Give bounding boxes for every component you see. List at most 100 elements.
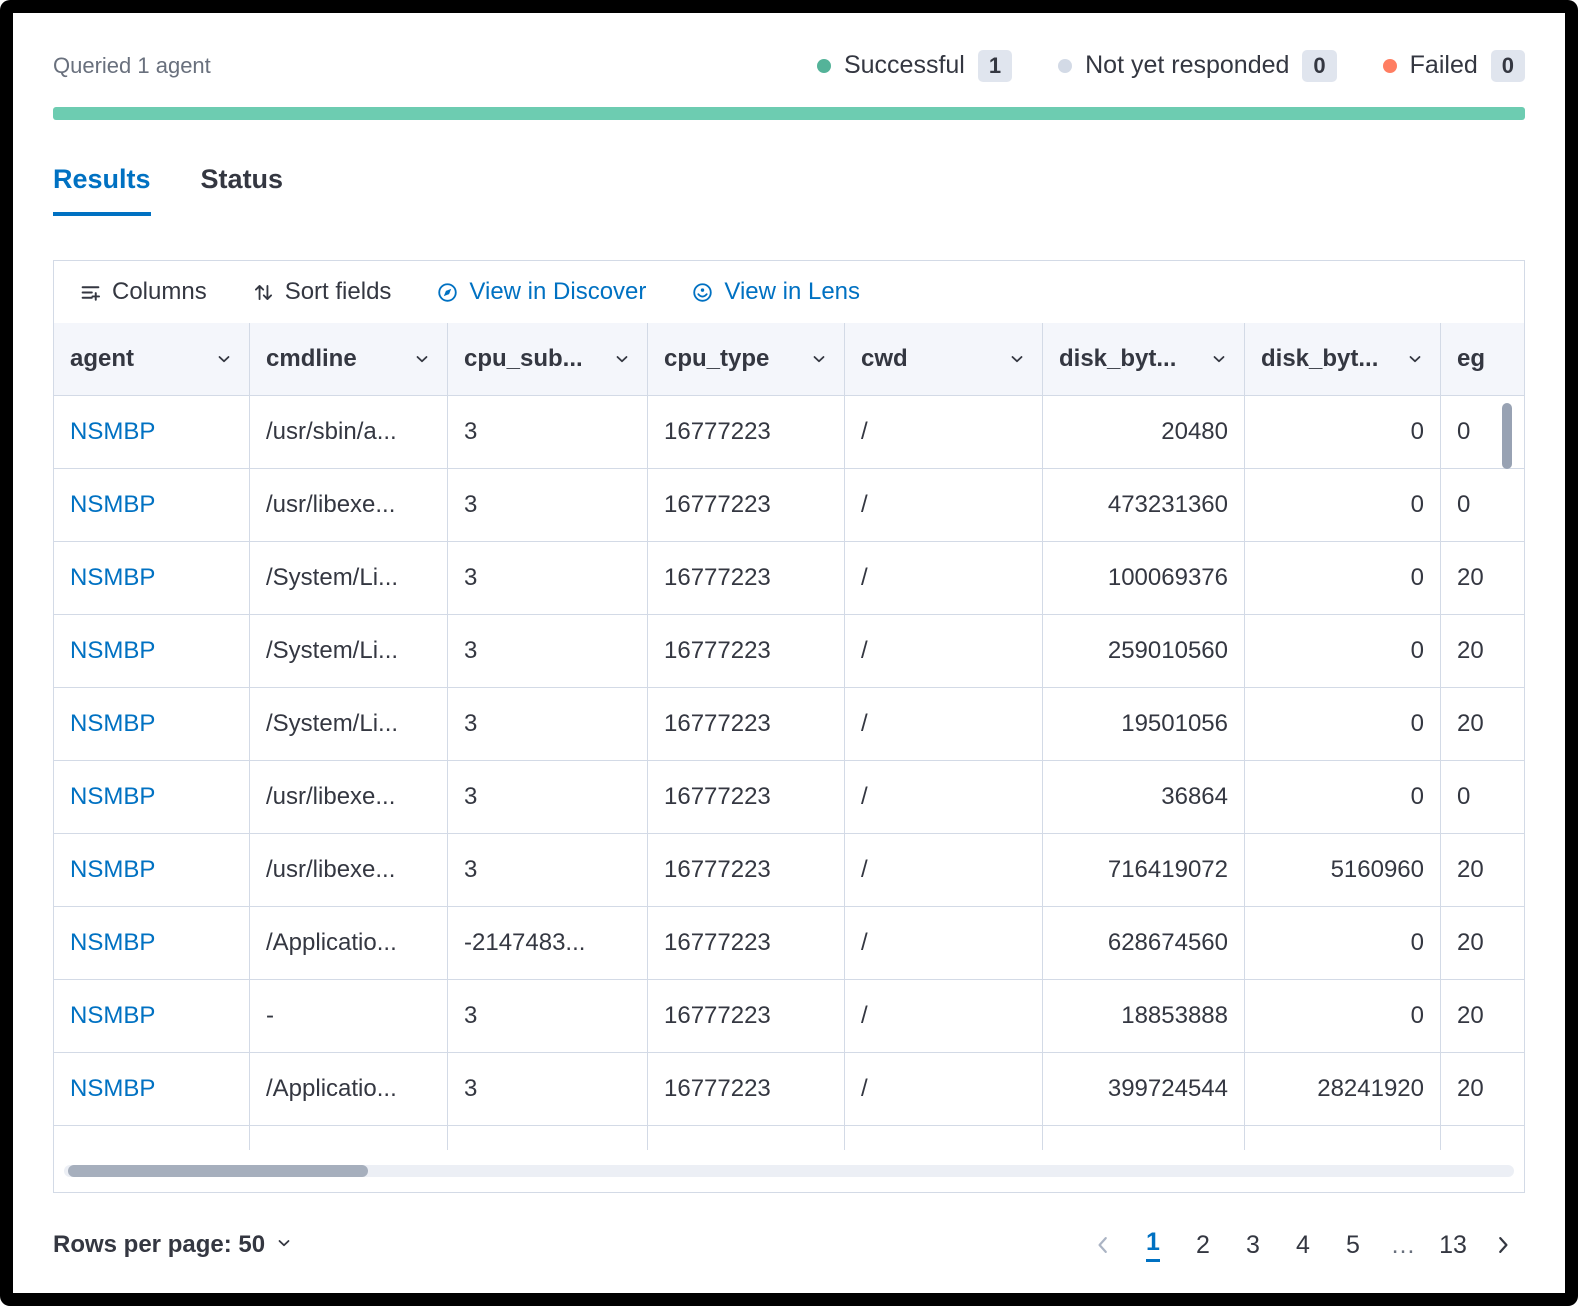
cell-disk-byt: 716419072 — [1043, 834, 1245, 906]
cell-value: 19501056 — [1121, 710, 1228, 738]
agent-link[interactable]: NSMBP — [70, 710, 155, 738]
column-header-disk-byt[interactable]: disk_byt... — [1043, 323, 1245, 395]
cell-value: 0 — [1457, 491, 1470, 519]
pagination-page-3[interactable]: 3 — [1231, 1223, 1275, 1267]
cell-agent[interactable]: NSMBP — [54, 1053, 250, 1125]
table-row: NSMBP/usr/sbin/a...316777223/2048000 — [54, 396, 1524, 469]
agent-link[interactable]: NSMBP — [70, 491, 155, 519]
pagination-page-1[interactable]: 1 — [1131, 1223, 1175, 1267]
sort-fields-button[interactable]: Sort fields — [253, 278, 392, 306]
status-count-badge: 0 — [1302, 50, 1336, 82]
table-footer: Rows per page: 50 12345…13 — [53, 1217, 1525, 1273]
cell-eg: 0 — [1441, 469, 1524, 541]
cell-agent[interactable]: NSMBP — [54, 834, 250, 906]
cell-value: 16777223 — [664, 564, 771, 592]
view-in-lens-button[interactable]: View in Lens — [692, 278, 860, 306]
cell-disk-byt: 20480 — [1043, 396, 1245, 468]
cell-cmdline: /usr/sbin/a... — [250, 396, 448, 468]
agent-link[interactable]: NSMBP — [70, 637, 155, 665]
rows-per-page-button[interactable]: Rows per page: 50 — [53, 1231, 293, 1259]
status-count-badge: 1 — [978, 50, 1012, 82]
column-header-agent[interactable]: agent — [54, 323, 250, 395]
cell-agent[interactable]: NSMBP — [54, 542, 250, 614]
cell-value: 20 — [1457, 564, 1483, 592]
table-row: NSMBP/System/Li...316777223/100069376020 — [54, 542, 1524, 615]
column-header-eg[interactable]: eg — [1441, 323, 1524, 395]
chevron-down-icon[interactable] — [1406, 350, 1424, 368]
cell-cpu-sub: 3 — [448, 834, 648, 906]
column-header-cpu-type[interactable]: cpu_type — [648, 323, 845, 395]
cell-value: 28241920 — [1317, 1075, 1424, 1103]
chevron-down-icon[interactable] — [413, 350, 431, 368]
cell-value: -2147483... — [464, 929, 585, 957]
horizontal-scrollbar-thumb[interactable] — [68, 1165, 368, 1177]
cell-value: 62126220 — [1121, 1148, 1228, 1150]
column-header-cwd[interactable]: cwd — [845, 323, 1043, 395]
agent-link[interactable]: NSMBP — [70, 418, 155, 446]
status-count-badge: 0 — [1491, 50, 1525, 82]
cell-value: 18853888 — [1121, 1002, 1228, 1030]
cell-agent[interactable]: NSMBP — [54, 469, 250, 541]
page-number: 1 — [1146, 1228, 1160, 1262]
cell-cpu-type: 16777223 — [648, 542, 845, 614]
cell-agent[interactable]: NSMBP — [54, 396, 250, 468]
pagination-page-2[interactable]: 2 — [1181, 1223, 1225, 1267]
pagination-page-5[interactable]: 5 — [1331, 1223, 1375, 1267]
agent-link[interactable]: NSMBP — [70, 1148, 155, 1150]
pagination-next-button[interactable] — [1481, 1223, 1525, 1267]
cell-agent[interactable]: NSMBP — [54, 761, 250, 833]
cell-cwd: / — [845, 980, 1043, 1052]
cell-cmdline: /Applicatio... — [250, 1053, 448, 1125]
tab-status[interactable]: Status — [201, 164, 284, 216]
view-in-discover-button[interactable]: View in Discover — [437, 278, 646, 306]
cell-value: 3 — [464, 491, 477, 519]
chevron-down-icon[interactable] — [1008, 350, 1026, 368]
cell-value: 0 — [1457, 783, 1470, 811]
agent-link[interactable]: NSMBP — [70, 1002, 155, 1030]
cell-value: 3 — [464, 710, 477, 738]
horizontal-scrollbar-track[interactable] — [64, 1165, 1514, 1177]
cell-agent[interactable]: NSMBP — [54, 980, 250, 1052]
agent-link[interactable]: NSMBP — [70, 1075, 155, 1103]
chevron-down-icon[interactable] — [1210, 350, 1228, 368]
cell-agent[interactable]: NSMBP — [54, 615, 250, 687]
tab-bar: Results Status — [53, 164, 1525, 216]
chevron-down-icon[interactable] — [613, 350, 631, 368]
pagination-page-13[interactable]: 13 — [1431, 1223, 1475, 1267]
pagination-ellipsis: … — [1381, 1223, 1425, 1267]
cell-eg: 20 — [1441, 1053, 1524, 1125]
agent-link[interactable]: NSMBP — [70, 564, 155, 592]
cell-agent[interactable]: NSMBP — [54, 907, 250, 979]
status-dot-icon — [1058, 59, 1072, 73]
tab-results[interactable]: Results — [53, 164, 151, 216]
sort-icon — [253, 282, 274, 303]
columns-button[interactable]: Columns — [80, 278, 207, 306]
cell-value: 16777223 — [664, 1075, 771, 1103]
table-row: NSMBP/usr/libexe...316777223/47323136000 — [54, 469, 1524, 542]
agent-link[interactable]: NSMBP — [70, 929, 155, 957]
column-header-cpu-sub[interactable]: cpu_sub... — [448, 323, 648, 395]
column-header-cmdline[interactable]: cmdline — [250, 323, 448, 395]
cell-cmdline: /usr/libexe... — [250, 834, 448, 906]
cell-value: /System/Li... — [266, 564, 398, 592]
cell-eg: 20 — [1441, 542, 1524, 614]
cell-disk-byt: 18853888 — [1043, 980, 1245, 1052]
cell-cpu-sub: 3 — [448, 980, 648, 1052]
pagination-prev-button[interactable] — [1081, 1223, 1125, 1267]
cell-cpu-type: 16777223 — [648, 469, 845, 541]
chevron-down-icon[interactable] — [810, 350, 828, 368]
cell-agent[interactable]: NSMBP — [54, 688, 250, 760]
vertical-scrollbar[interactable] — [1502, 403, 1512, 469]
column-header-disk-byt[interactable]: disk_byt... — [1245, 323, 1441, 395]
cell-value: 0 — [1411, 491, 1424, 519]
pagination-page-4[interactable]: 4 — [1281, 1223, 1325, 1267]
chevron-down-icon[interactable] — [215, 350, 233, 368]
agent-link[interactable]: NSMBP — [70, 783, 155, 811]
agent-link[interactable]: NSMBP — [70, 856, 155, 884]
cell-cmdline — [250, 1126, 448, 1150]
cell-agent[interactable]: NSMBP — [54, 1126, 250, 1150]
table-row: NSMBP/Applicatio...316777223/39972454428… — [54, 1053, 1524, 1126]
cell-value: 5160960 — [1331, 856, 1424, 884]
cell-cpu-sub: 3 — [448, 1053, 648, 1125]
cell-value: 20480 — [1161, 418, 1228, 446]
